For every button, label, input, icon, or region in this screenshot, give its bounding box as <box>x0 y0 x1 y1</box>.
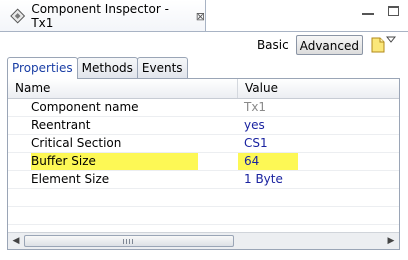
property-name: Component name <box>31 100 139 114</box>
property-value[interactable]: Tx1 <box>238 99 399 116</box>
table-row-empty <box>8 189 399 207</box>
tab-events[interactable]: Events <box>136 57 188 78</box>
new-document-icon[interactable] <box>370 37 386 53</box>
mode-toolbar: Basic Advanced <box>254 35 386 55</box>
table-row[interactable]: Component name Tx1 <box>8 99 399 117</box>
basic-mode-button[interactable]: Basic <box>254 35 292 55</box>
grip-icon <box>123 239 133 244</box>
tab-methods[interactable]: Methods <box>76 57 138 78</box>
scroll-thumb[interactable] <box>24 235 234 247</box>
property-name: Element Size <box>31 172 110 186</box>
table-row[interactable]: Reentrant yes <box>8 117 399 135</box>
view-menu-icon[interactable] <box>386 36 396 44</box>
properties-table: Name Value Component name Tx1 Reentrant … <box>7 78 400 250</box>
maximize-icon <box>388 6 399 16</box>
table-row-empty <box>8 207 399 225</box>
tab-properties[interactable]: Properties <box>7 57 78 79</box>
inspector-tabs: Properties Methods Events <box>7 57 188 79</box>
property-value[interactable]: CS1 <box>238 135 399 152</box>
advanced-mode-button[interactable]: Advanced <box>295 35 363 55</box>
scroll-right-icon[interactable]: ▶ <box>386 236 396 246</box>
property-name: Buffer Size <box>8 153 238 170</box>
close-icon[interactable]: ⊠ <box>196 10 205 23</box>
value-column-header[interactable]: Value <box>238 79 399 98</box>
property-name: Reentrant <box>31 118 91 132</box>
view-title: Component Inspector - Tx1 <box>31 2 169 30</box>
table-row[interactable]: Element Size 1 Byte <box>8 171 399 189</box>
maximize-button[interactable] <box>388 6 400 17</box>
table-header: Name Value <box>8 79 399 99</box>
property-value[interactable]: 64 <box>238 153 399 170</box>
table-row-highlighted[interactable]: Buffer Size 64 <box>8 153 399 171</box>
component-inspector-icon <box>10 8 26 24</box>
property-value[interactable]: 1 Byte <box>238 171 399 188</box>
table-row[interactable]: Critical Section CS1 <box>8 135 399 153</box>
minimize-icon <box>362 9 374 15</box>
minimize-button[interactable] <box>362 6 374 17</box>
scroll-left-icon[interactable]: ◀ <box>11 236 21 246</box>
property-value[interactable]: yes <box>238 117 399 134</box>
name-column-header[interactable]: Name <box>8 79 238 98</box>
horizontal-scrollbar[interactable]: ◀ ▶ <box>8 232 399 249</box>
property-name: Critical Section <box>31 136 122 150</box>
view-tab[interactable]: Component Inspector - Tx1 ⊠ <box>0 0 206 32</box>
